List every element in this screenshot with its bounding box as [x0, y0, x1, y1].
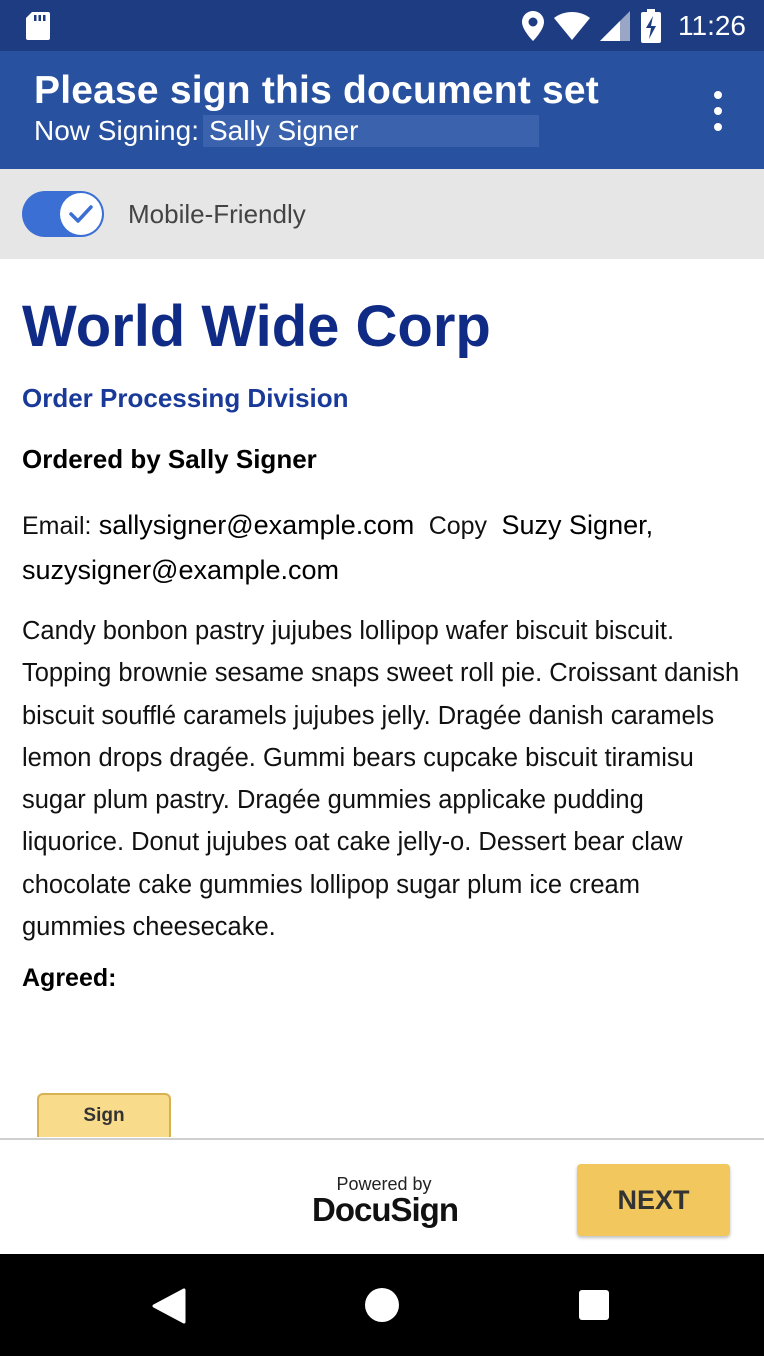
back-icon[interactable]	[152, 1288, 186, 1324]
wifi-icon	[554, 11, 590, 40]
home-icon[interactable]	[364, 1287, 400, 1323]
mobile-friendly-bar: Mobile-Friendly	[0, 169, 764, 259]
clock: 11:26	[678, 9, 746, 41]
next-button[interactable]: NEXT	[577, 1164, 730, 1236]
status-bar: 11:26	[0, 0, 764, 51]
company-heading: World Wide Corp	[22, 294, 491, 359]
email-label: Email:	[22, 512, 92, 540]
email-line: Email: sallysigner@example.com Copy Suzy…	[22, 503, 744, 592]
agreed-label: Agreed:	[22, 964, 117, 993]
docusign-brand: DocuSign	[312, 1191, 459, 1228]
recents-icon[interactable]	[578, 1289, 610, 1321]
app-bar: Please sign this document set Now Signin…	[0, 51, 764, 169]
division-heading: Order Processing Division	[22, 383, 349, 413]
sd-card-icon	[26, 12, 50, 40]
powered-by-logo: Powered by DocuSign	[312, 1174, 459, 1228]
now-signing-label: Now Signing:	[34, 115, 199, 146]
now-signing: Now Signing: Sally Signer	[34, 115, 539, 147]
overflow-menu-icon[interactable]	[706, 91, 730, 131]
document-content: World Wide Corp Order Processing Divisio…	[22, 259, 744, 993]
ordered-by: Ordered by Sally Signer	[22, 444, 317, 474]
battery-charging-icon	[641, 8, 661, 43]
mobile-friendly-label: Mobile-Friendly	[128, 199, 306, 229]
check-icon	[69, 205, 93, 223]
sign-tab[interactable]: Sign	[37, 1093, 171, 1137]
page-title: Please sign this document set	[34, 69, 599, 112]
copy-label: Copy	[428, 512, 488, 540]
signer-name: Sally Signer	[202, 115, 539, 147]
document-body: Candy bonbon pastry jujubes lollipop waf…	[22, 617, 740, 942]
location-icon	[522, 10, 544, 41]
cell-signal-icon	[600, 10, 630, 41]
footer: Powered by DocuSign NEXT	[0, 1138, 764, 1254]
mobile-friendly-toggle[interactable]	[22, 191, 104, 237]
email-value: sallysigner@example.com	[98, 510, 415, 540]
system-nav-bar	[0, 1254, 764, 1356]
